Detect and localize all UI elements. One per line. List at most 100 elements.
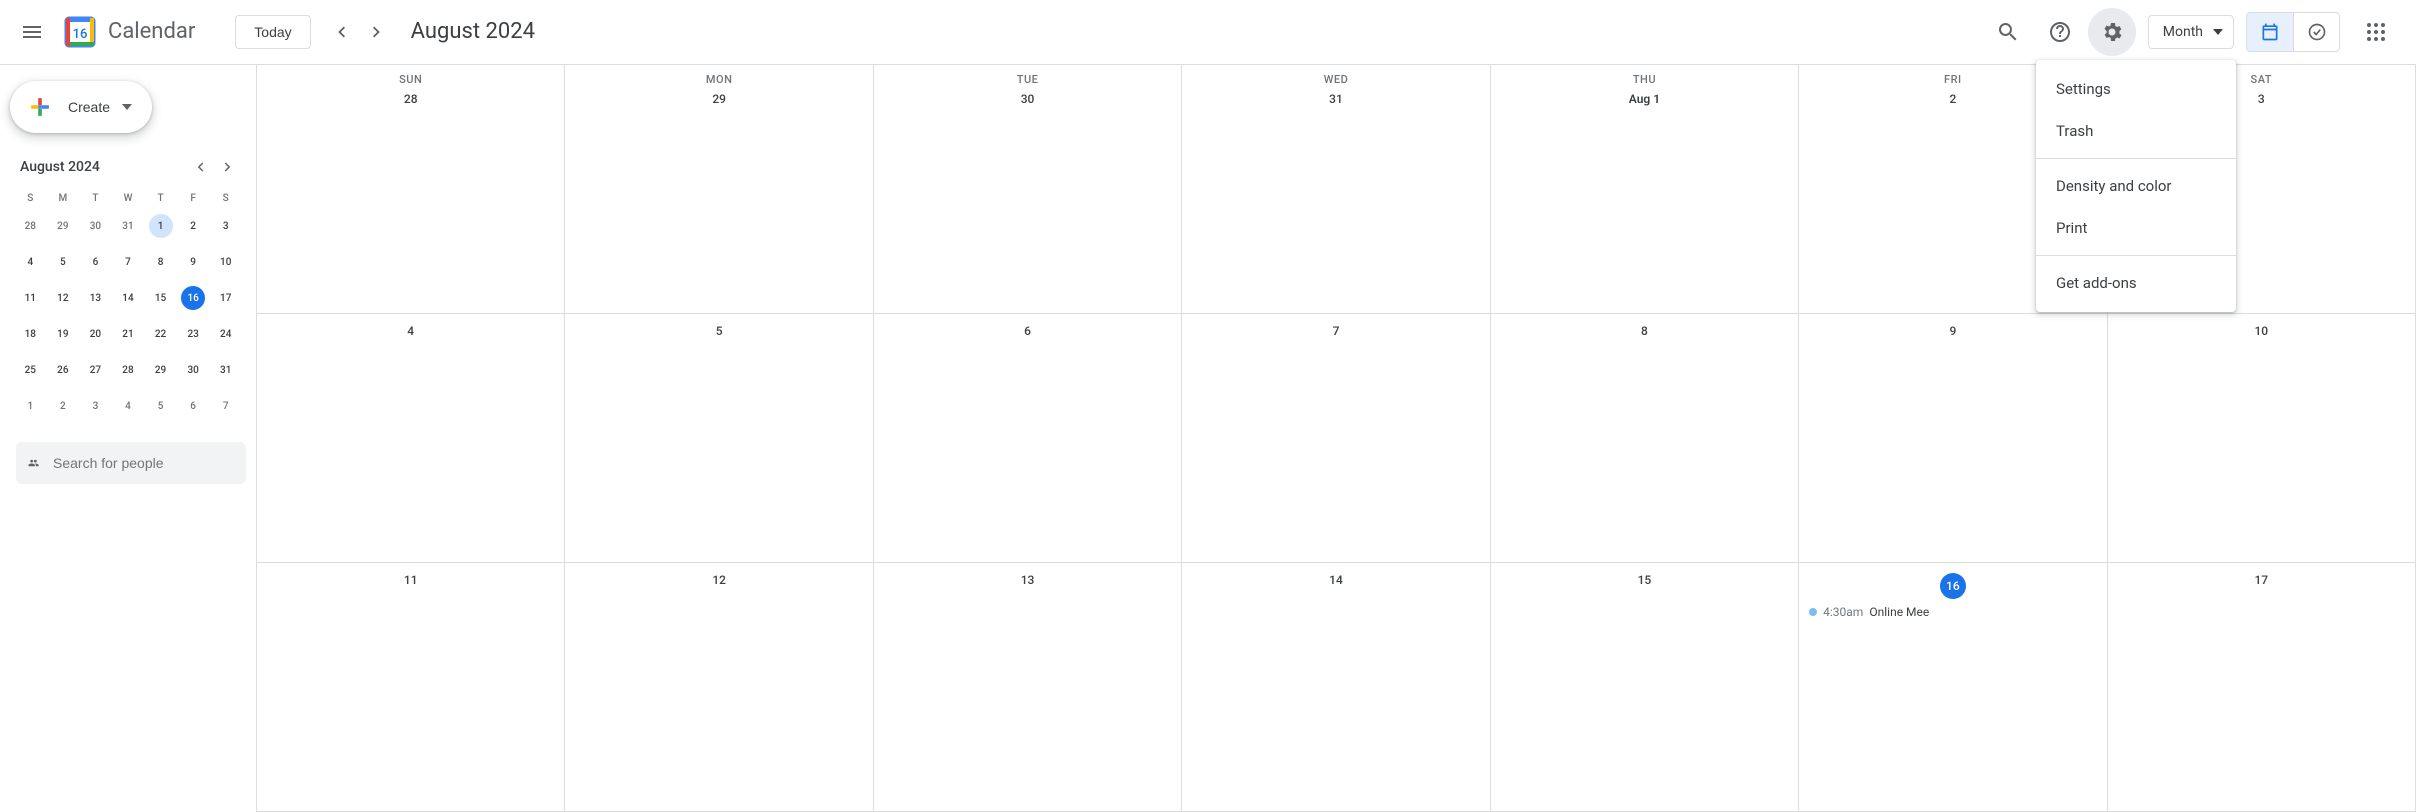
mini-day-cell[interactable]: 18 (14, 316, 47, 352)
day-number[interactable]: 31 (1188, 92, 1483, 106)
mini-day-cell[interactable]: 20 (79, 316, 112, 352)
calendar-cell[interactable]: 17 (2108, 563, 2416, 812)
mini-day-cell[interactable]: 17 (209, 280, 242, 316)
google-apps-button[interactable] (2352, 8, 2400, 56)
day-number[interactable]: 17 (2114, 573, 2409, 587)
settings-menu-item[interactable]: Density and color (2036, 165, 2236, 207)
calendar-cell[interactable]: 4 (257, 314, 565, 563)
mini-day-cell[interactable]: 10 (209, 244, 242, 280)
mini-day-cell[interactable]: 31 (112, 208, 145, 244)
today-button[interactable]: Today (235, 15, 310, 49)
calendar-cell[interactable]: 12 (565, 563, 873, 812)
calendar-cell[interactable]: 9 (1799, 314, 2107, 563)
calendar-cell[interactable]: 5 (565, 314, 873, 563)
calendar-cell[interactable]: SUN28 (257, 65, 565, 314)
mini-prev-button[interactable] (186, 153, 214, 181)
day-number[interactable]: 5 (571, 324, 866, 338)
view-switcher[interactable]: Month (2148, 15, 2234, 49)
calendar-cell[interactable]: 13 (874, 563, 1182, 812)
calendar-cell[interactable]: 10 (2108, 314, 2416, 563)
mini-day-cell[interactable]: 29 (47, 208, 80, 244)
create-button[interactable]: Create (10, 81, 152, 133)
day-number[interactable]: 29 (571, 92, 866, 106)
mini-day-cell[interactable]: 9 (177, 244, 210, 280)
day-number[interactable]: 30 (880, 92, 1175, 106)
mini-day-cell[interactable]: 28 (14, 208, 47, 244)
mini-day-cell[interactable]: 27 (79, 352, 112, 388)
settings-menu-item[interactable]: Print (2036, 207, 2236, 249)
mini-day-cell[interactable]: 8 (144, 244, 177, 280)
settings-menu-item[interactable]: Get add-ons (2036, 262, 2236, 304)
mini-day-cell[interactable]: 2 (177, 208, 210, 244)
mini-day-cell[interactable]: 1 (14, 388, 47, 424)
mini-day-cell[interactable]: 21 (112, 316, 145, 352)
mini-day-cell[interactable]: 28 (112, 352, 145, 388)
mini-day-cell[interactable]: 24 (209, 316, 242, 352)
calendar-cell[interactable]: 7 (1182, 314, 1490, 563)
calendar-cell[interactable]: 11 (257, 563, 565, 812)
calendar-cell[interactable]: 6 (874, 314, 1182, 563)
calendar-cell[interactable]: 8 (1491, 314, 1799, 563)
mini-next-button[interactable] (214, 153, 242, 181)
search-button[interactable] (1984, 8, 2032, 56)
prev-period-button[interactable] (323, 14, 359, 50)
search-people-input[interactable] (53, 455, 234, 471)
current-month-title[interactable]: August 2024 (411, 19, 535, 44)
mini-calendar-title[interactable]: August 2024 (14, 159, 100, 175)
app-logo-title[interactable]: 16 Calendar (60, 12, 195, 52)
day-number[interactable]: Aug 1 (1497, 92, 1792, 106)
day-number[interactable]: 12 (571, 573, 866, 587)
mini-day-cell[interactable]: 2 (47, 388, 80, 424)
mini-day-cell[interactable]: 4 (112, 388, 145, 424)
mini-day-cell[interactable]: 6 (177, 388, 210, 424)
search-people-field[interactable] (16, 442, 246, 484)
mini-day-cell[interactable]: 11 (14, 280, 47, 316)
mini-day-cell[interactable]: 3 (79, 388, 112, 424)
next-period-button[interactable] (359, 14, 395, 50)
mini-day-cell[interactable]: 7 (112, 244, 145, 280)
calendar-cell[interactable]: MON29 (565, 65, 873, 314)
support-button[interactable] (2036, 8, 2084, 56)
day-number[interactable]: 28 (263, 92, 558, 106)
calendar-cell[interactable]: THUAug 1 (1491, 65, 1799, 314)
mini-day-cell[interactable]: 1 (144, 208, 177, 244)
day-number[interactable]: 4 (263, 324, 558, 338)
calendar-cell[interactable]: 14 (1182, 563, 1490, 812)
settings-menu-item[interactable]: Settings (2036, 68, 2236, 110)
day-number[interactable]: 13 (880, 573, 1175, 587)
settings-button[interactable] (2088, 8, 2136, 56)
tasks-mode-button[interactable] (2293, 13, 2339, 51)
mini-day-cell[interactable]: 23 (177, 316, 210, 352)
calendar-cell[interactable]: 15 (1491, 563, 1799, 812)
mini-day-cell[interactable]: 30 (79, 208, 112, 244)
mini-day-cell[interactable]: 6 (79, 244, 112, 280)
mini-day-cell[interactable]: 12 (47, 280, 80, 316)
mini-day-cell[interactable]: 15 (144, 280, 177, 316)
day-number[interactable]: 9 (1805, 324, 2100, 338)
mini-day-cell[interactable]: 16 (177, 280, 210, 316)
main-menu-button[interactable] (8, 8, 56, 56)
mini-day-cell[interactable]: 29 (144, 352, 177, 388)
mini-day-cell[interactable]: 13 (79, 280, 112, 316)
settings-menu-item[interactable]: Trash (2036, 110, 2236, 152)
mini-day-cell[interactable]: 30 (177, 352, 210, 388)
mini-day-cell[interactable]: 4 (14, 244, 47, 280)
calendar-cell[interactable]: 16 4:30amOnline Mee (1799, 563, 2107, 812)
mini-day-cell[interactable]: 19 (47, 316, 80, 352)
calendar-event[interactable]: 4:30amOnline Mee (1805, 605, 2100, 619)
mini-day-cell[interactable]: 7 (209, 388, 242, 424)
mini-day-cell[interactable]: 14 (112, 280, 145, 316)
mini-day-cell[interactable]: 5 (47, 244, 80, 280)
calendar-cell[interactable]: WED31 (1182, 65, 1490, 314)
mini-day-cell[interactable]: 25 (14, 352, 47, 388)
day-number[interactable]: 6 (880, 324, 1175, 338)
mini-day-cell[interactable]: 3 (209, 208, 242, 244)
mini-day-cell[interactable]: 5 (144, 388, 177, 424)
mini-day-cell[interactable]: 26 (47, 352, 80, 388)
calendar-cell[interactable]: TUE30 (874, 65, 1182, 314)
day-number[interactable]: 15 (1497, 573, 1792, 587)
mini-day-cell[interactable]: 31 (209, 352, 242, 388)
day-number[interactable]: 16 (1805, 573, 2100, 599)
day-number[interactable]: 7 (1188, 324, 1483, 338)
day-number[interactable]: 11 (263, 573, 558, 587)
